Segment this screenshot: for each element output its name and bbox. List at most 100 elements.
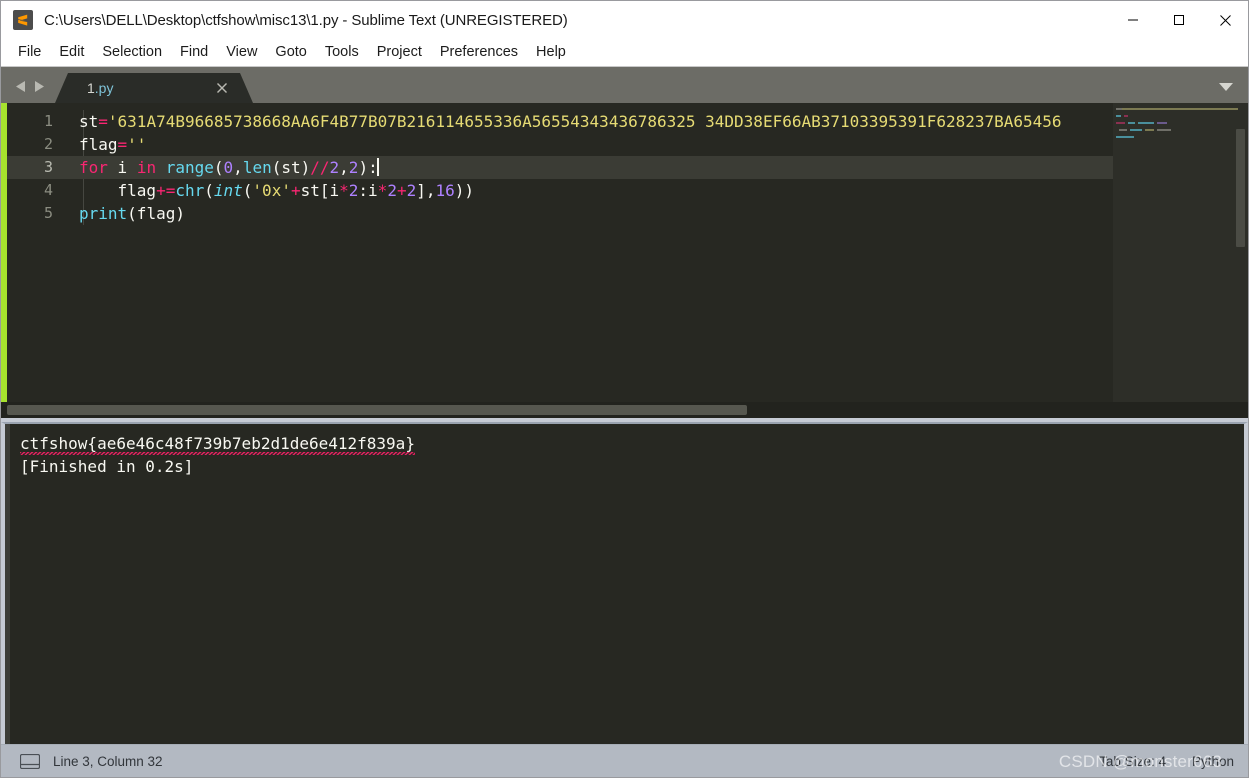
code-line-1[interactable]: st='631A74B96685738668AA6F4B77B07B216114…: [65, 110, 1248, 133]
code-token: ,: [339, 158, 349, 177]
menu-item-find[interactable]: Find: [171, 41, 217, 64]
code-token: ],: [416, 181, 436, 200]
panel-layout-icon[interactable]: [19, 753, 41, 769]
code-token: (: [204, 181, 214, 200]
line-number: 2: [43, 135, 53, 153]
editor-area: 1 2 3 4 5 st='631A74B96685738668AA6F4B77…: [1, 103, 1248, 402]
line-number-gutter: 1 2 3 4 5: [7, 103, 65, 402]
line-number: 5: [43, 204, 53, 222]
code-token: )): [454, 181, 475, 200]
sublime-text-window: C:\Users\DELL\Desktop\ctfshow\misc13\1.p…: [0, 0, 1249, 778]
minimap-viewport[interactable]: [1236, 129, 1245, 247]
window-controls: [1110, 1, 1248, 39]
code-token: 2: [348, 181, 359, 200]
code-token: (st): [271, 158, 311, 177]
output-flag-text: ctfshow{ae6e46c48f739b7eb2d1de6e412f839a…: [20, 434, 415, 455]
maximize-button[interactable]: [1156, 1, 1202, 39]
menu-item-file[interactable]: File: [9, 41, 50, 64]
code-token: '631A74B96685738668AA6F4B77B07B216114655…: [107, 112, 1062, 131]
output-line: [Finished in 0.2s]: [20, 455, 1244, 478]
close-button[interactable]: [1202, 1, 1248, 39]
minimap[interactable]: [1113, 103, 1248, 402]
output-finished-text: [Finished in 0.2s]: [20, 457, 194, 476]
close-icon[interactable]: [215, 81, 229, 95]
code-line-2[interactable]: flag='': [65, 133, 1248, 156]
code-token: '': [127, 135, 147, 154]
cursor-position: Line 3, Column 32: [53, 753, 163, 769]
code-token: +=: [156, 181, 176, 200]
output-text[interactable]: ctfshow{ae6e46c48f739b7eb2d1de6e412f839a…: [10, 424, 1244, 744]
tab-label: 1.py: [87, 80, 113, 96]
window-title: C:\Users\DELL\Desktop\ctfshow\misc13\1.p…: [44, 11, 568, 29]
code-token: +: [396, 181, 407, 200]
code-token: print: [79, 204, 128, 223]
triangle-right-icon[interactable]: [33, 80, 45, 93]
scrollbar-thumb[interactable]: [7, 405, 747, 415]
menu-item-goto[interactable]: Goto: [266, 41, 315, 64]
minimize-button[interactable]: [1110, 1, 1156, 39]
tab-bar: 1.py: [1, 67, 1248, 103]
code-token: 2: [406, 181, 417, 200]
line-number: 1: [43, 112, 53, 130]
syntax-label[interactable]: Python: [1192, 754, 1234, 769]
tab-nav-arrows: [1, 80, 55, 103]
code-token: st[i: [300, 181, 340, 200]
code-token: range: [165, 158, 214, 177]
code-token: ,: [233, 158, 243, 177]
tab-extension: .py: [94, 80, 114, 96]
code-token: '0x': [252, 181, 291, 200]
tab-1-py[interactable]: 1.py: [55, 73, 253, 103]
tab-size-label[interactable]: Tab Size: 4: [1099, 754, 1166, 769]
text-caret: [376, 158, 379, 176]
menu-item-edit[interactable]: Edit: [50, 41, 93, 64]
menu-item-tools[interactable]: Tools: [316, 41, 368, 64]
code-token: (: [242, 181, 253, 200]
code-token: *: [377, 181, 388, 200]
triangle-left-icon[interactable]: [15, 80, 27, 93]
menu-item-project[interactable]: Project: [368, 41, 431, 64]
code-token: +: [290, 181, 301, 200]
code-token: i: [107, 158, 137, 177]
build-output-panel: ctfshow{ae6e46c48f739b7eb2d1de6e412f839a…: [1, 422, 1248, 744]
code-token: //: [310, 158, 330, 177]
menu-item-selection[interactable]: Selection: [93, 41, 171, 64]
code-token: 2: [387, 181, 397, 200]
menu-item-preferences[interactable]: Preferences: [431, 41, 527, 64]
code-token: =: [98, 112, 108, 131]
code-token: =: [117, 135, 128, 154]
editor-horizontal-scrollbar[interactable]: [1, 402, 1248, 418]
menu-item-view[interactable]: View: [217, 41, 266, 64]
menu-bar: File Edit Selection Find View Goto Tools…: [1, 39, 1248, 67]
line-number: 4: [43, 181, 53, 199]
sublime-text-icon: [13, 10, 33, 30]
code-token: flag: [79, 135, 118, 154]
code-token: flag: [79, 181, 157, 200]
chevron-down-icon[interactable]: [1218, 79, 1234, 95]
code-token: len: [242, 158, 272, 177]
code-token: 16: [435, 181, 455, 200]
code-token: (: [213, 158, 224, 177]
code-token: 2: [348, 158, 359, 177]
output-line: ctfshow{ae6e46c48f739b7eb2d1de6e412f839a…: [20, 432, 1244, 455]
code-token: (flag): [127, 204, 185, 223]
menu-item-help[interactable]: Help: [527, 41, 575, 64]
code-token: 0: [223, 158, 234, 177]
tab-basename: 1: [87, 80, 95, 96]
status-right-group: Tab Size: 4 Python: [1099, 745, 1234, 777]
code-token: for: [79, 158, 108, 177]
code-token: ):: [358, 158, 378, 177]
code-token: st: [79, 112, 99, 131]
code-line-5[interactable]: print(flag): [65, 202, 1248, 225]
code-token: in: [136, 158, 157, 177]
code-line-3[interactable]: for i in range(0,len(st)//2,2):: [65, 156, 1248, 179]
line-number: 3: [7, 156, 65, 179]
code-text-area[interactable]: st='631A74B96685738668AA6F4B77B07B216114…: [65, 103, 1248, 402]
code-token: :i: [358, 181, 378, 200]
code-token: int: [213, 181, 243, 200]
code-token: 2: [329, 158, 340, 177]
code-token: *: [339, 181, 349, 200]
status-bar: Line 3, Column 32 Tab Size: 4 Python CSD…: [1, 744, 1248, 777]
title-bar: C:\Users\DELL\Desktop\ctfshow\misc13\1.p…: [1, 1, 1248, 39]
code-line-4[interactable]: flag+=chr(int('0x'+st[i*2:i*2+2],16)): [65, 179, 1248, 202]
